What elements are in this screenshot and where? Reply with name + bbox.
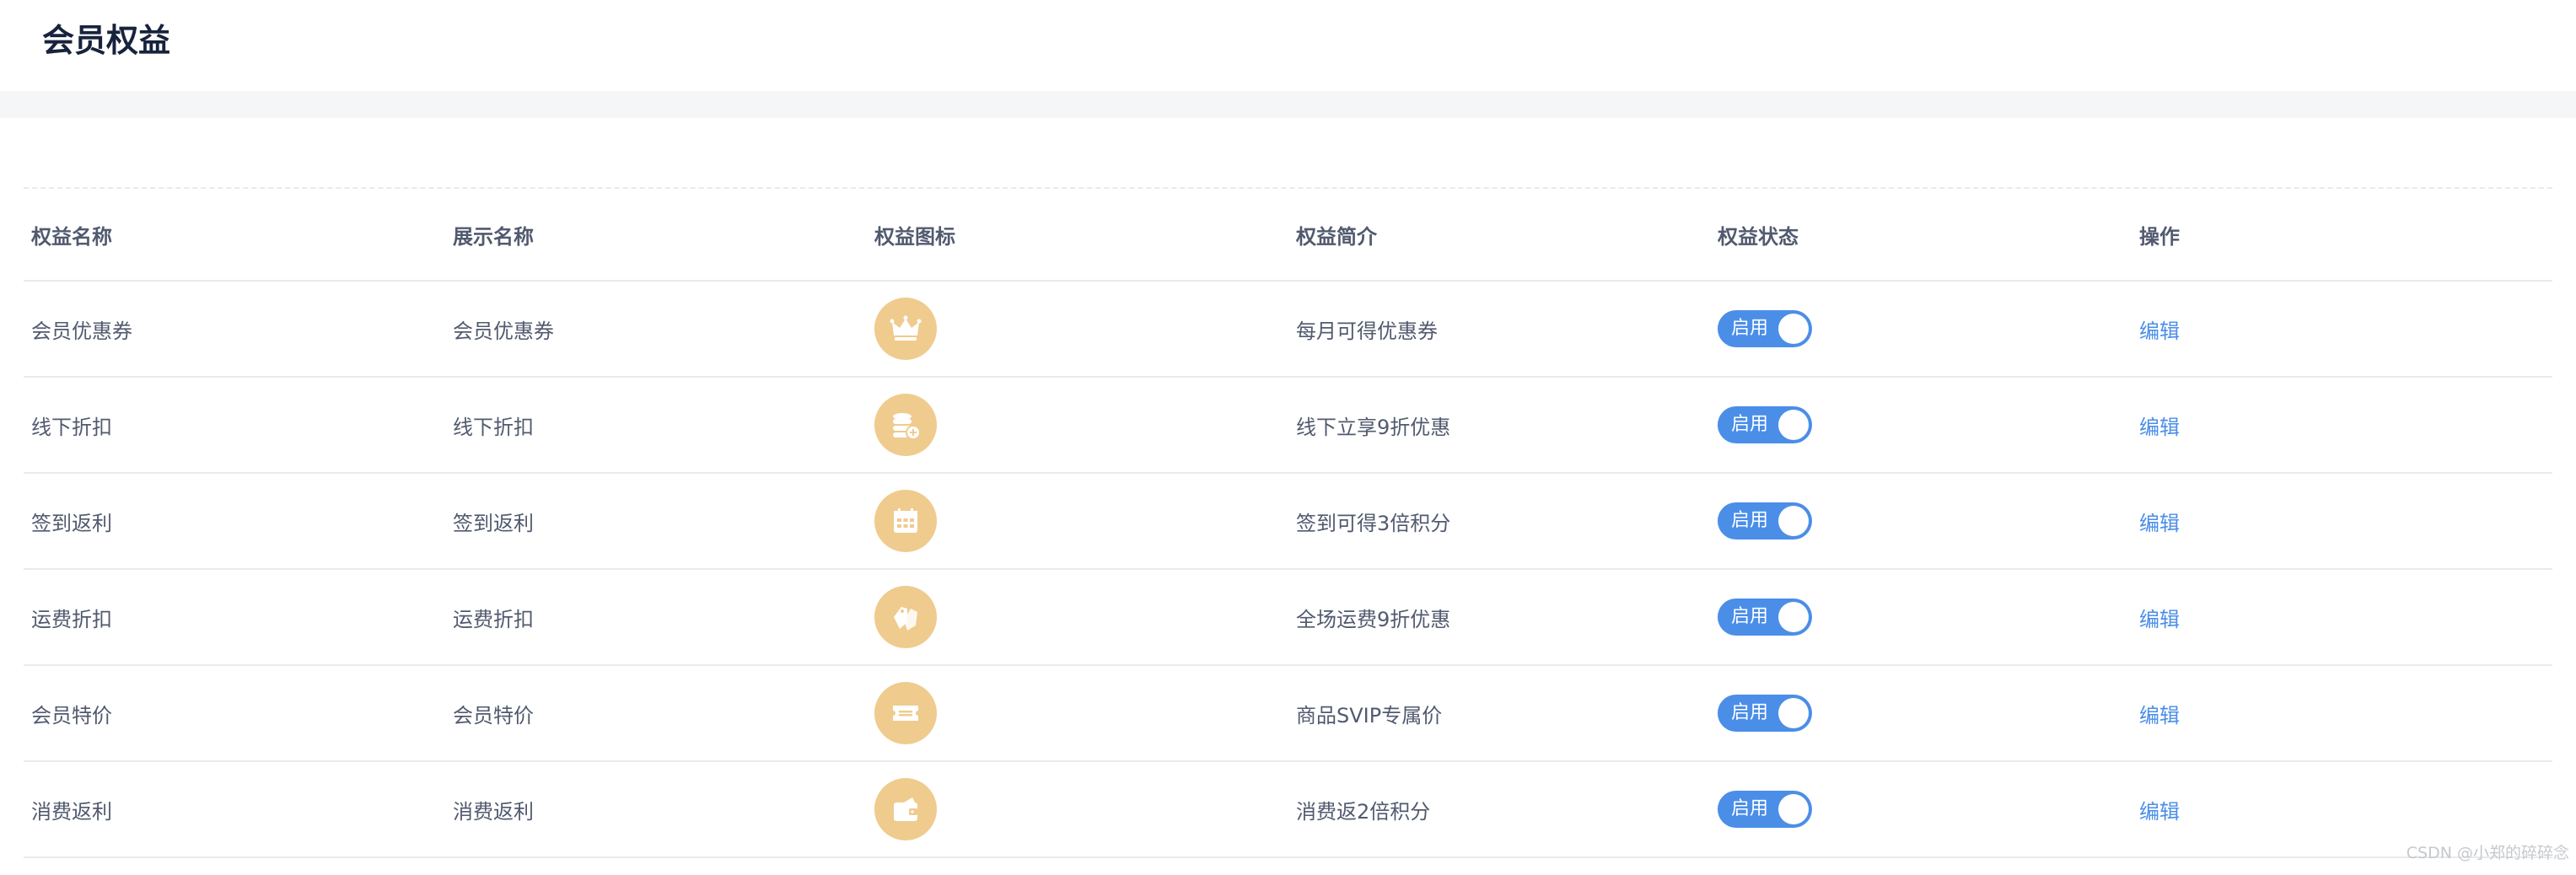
- benefit-name: 会员特价: [31, 703, 112, 727]
- edit-link[interactable]: 编辑: [2139, 507, 2180, 536]
- toggle-knob: [1778, 602, 1809, 632]
- benefit-name: 运费折扣: [31, 607, 112, 631]
- status-toggle[interactable]: 启用: [1718, 406, 1812, 443]
- status-toggle[interactable]: 启用: [1718, 310, 1812, 347]
- benefit-icon-cell: [874, 570, 937, 664]
- table-row: 线下折扣 线下折扣 线下立享9折优惠 启用 编辑: [24, 378, 2552, 474]
- benefit-icon-cell: [874, 762, 937, 856]
- benefit-name: 会员优惠券: [31, 319, 132, 343]
- page-title: 会员权益: [42, 22, 171, 59]
- column-header-name: 权益名称: [31, 224, 112, 249]
- display-name: 会员特价: [453, 703, 534, 727]
- benefit-description: 消费返2倍积分: [1296, 799, 1431, 824]
- action-cell: 编辑: [2139, 570, 2180, 664]
- watermark: CSDN @小郑的碎碎念: [2406, 844, 2569, 862]
- benefit-name: 线下折扣: [31, 415, 112, 439]
- table-row: 消费返利 消费返利 消费返2倍积分 启用 编辑: [24, 762, 2552, 858]
- display-name: 运费折扣: [453, 607, 534, 631]
- ticket-icon: [874, 682, 937, 744]
- benefit-name: 消费返利: [31, 799, 112, 824]
- page-header: 会员权益: [0, 0, 2576, 91]
- benefit-description: 线下立享9折优惠: [1296, 415, 1451, 439]
- status-cell: 启用: [1718, 282, 1812, 376]
- table-row: 签到返利 签到返利 签到可得3倍积分 启用 编辑: [24, 474, 2552, 570]
- benefit-icon-cell: [874, 378, 937, 472]
- toggle-knob: [1778, 410, 1809, 440]
- table-row: 运费折扣 运费折扣 全场运费9折优惠 启用 编辑: [24, 570, 2552, 666]
- page: 会员权益 权益名称 展示名称 权益图标 权益简介 权益状态 操作 会员优惠券 会…: [0, 0, 2576, 875]
- toggle-label: 启用: [1731, 702, 1769, 723]
- column-header-icon: 权益图标: [874, 224, 955, 249]
- status-cell: 启用: [1718, 762, 1812, 856]
- benefit-icon-cell: [874, 474, 937, 568]
- action-cell: 编辑: [2139, 282, 2180, 376]
- header-divider-band: [0, 91, 2576, 118]
- benefit-description: 签到可得3倍积分: [1296, 511, 1451, 535]
- action-cell: 编辑: [2139, 378, 2180, 472]
- table-row: 会员优惠券 会员优惠券 每月可得优惠券 启用 编辑: [24, 282, 2552, 378]
- toggle-knob: [1778, 794, 1809, 824]
- toggle-label: 启用: [1731, 318, 1769, 339]
- edit-link[interactable]: 编辑: [2139, 699, 2180, 728]
- benefit-icon-cell: [874, 666, 937, 760]
- benefit-description: 商品SVIP专属价: [1296, 703, 1443, 727]
- benefit-description: 每月可得优惠券: [1296, 319, 1438, 343]
- toggle-label: 启用: [1731, 414, 1769, 435]
- display-name: 线下折扣: [453, 415, 534, 439]
- crown-icon: [874, 298, 937, 360]
- toggle-knob: [1778, 314, 1809, 344]
- column-header-description: 权益简介: [1296, 224, 1377, 249]
- edit-link[interactable]: 编辑: [2139, 411, 2180, 440]
- toggle-knob: [1778, 506, 1809, 536]
- action-cell: 编辑: [2139, 762, 2180, 856]
- status-toggle[interactable]: 启用: [1718, 791, 1812, 828]
- status-toggle[interactable]: 启用: [1718, 599, 1812, 636]
- tags-icon: [874, 586, 937, 648]
- status-cell: 启用: [1718, 474, 1812, 568]
- table-row: 会员特价 会员特价 商品SVIP专属价 启用 编辑: [24, 666, 2552, 762]
- wallet-icon: [874, 778, 937, 840]
- coins-icon: [874, 394, 937, 456]
- edit-link[interactable]: 编辑: [2139, 314, 2180, 344]
- toggle-label: 启用: [1731, 606, 1769, 627]
- status-cell: 启用: [1718, 666, 1812, 760]
- display-name: 消费返利: [453, 799, 534, 824]
- benefit-name: 签到返利: [31, 511, 112, 535]
- display-name: 签到返利: [453, 511, 534, 535]
- benefits-table: 权益名称 展示名称 权益图标 权益简介 权益状态 操作 会员优惠券 会员优惠券: [24, 189, 2552, 858]
- toggle-knob: [1778, 698, 1809, 728]
- edit-link[interactable]: 编辑: [2139, 603, 2180, 632]
- status-toggle[interactable]: 启用: [1718, 695, 1812, 732]
- table-header-row: 权益名称 展示名称 权益图标 权益简介 权益状态 操作: [24, 189, 2552, 282]
- benefit-description: 全场运费9折优惠: [1296, 607, 1451, 631]
- column-header-display-name: 展示名称: [453, 224, 534, 249]
- toggle-label: 启用: [1731, 510, 1769, 531]
- display-name: 会员优惠券: [453, 319, 554, 343]
- calendar-icon: [874, 490, 937, 552]
- column-header-action: 操作: [2139, 224, 2180, 249]
- status-toggle[interactable]: 启用: [1718, 502, 1812, 539]
- column-header-status: 权益状态: [1718, 224, 1799, 249]
- action-cell: 编辑: [2139, 666, 2180, 760]
- status-cell: 启用: [1718, 570, 1812, 664]
- edit-link[interactable]: 编辑: [2139, 795, 2180, 824]
- status-cell: 启用: [1718, 378, 1812, 472]
- benefit-icon-cell: [874, 282, 937, 376]
- action-cell: 编辑: [2139, 474, 2180, 568]
- toggle-label: 启用: [1731, 798, 1769, 819]
